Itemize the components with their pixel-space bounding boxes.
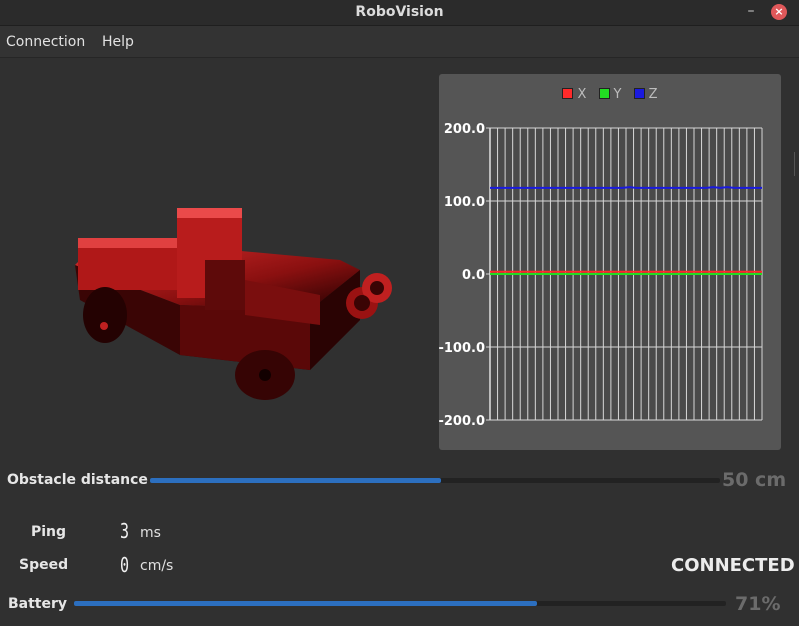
close-icon[interactable]: ×	[771, 4, 787, 20]
battery-bar	[74, 601, 726, 606]
window-title: RoboVision	[355, 4, 444, 20]
obstacle-distance-fill	[150, 478, 441, 483]
y-tick-label: -200.0	[439, 414, 485, 429]
robot-3d-view[interactable]	[40, 120, 410, 430]
connection-status: CONNECTED	[671, 555, 795, 576]
y-tick-label: 200.0	[444, 122, 485, 137]
y-tick-label: -100.0	[439, 341, 485, 356]
ping-label: Ping	[31, 524, 67, 540]
battery-value: 71%	[735, 593, 781, 615]
ping-lcd: 3	[120, 519, 130, 543]
menu-connection[interactable]: Connection	[6, 34, 85, 50]
chart-panel: X Y Z 200.0 100.0 0.0 -100.0 -200.0	[439, 74, 781, 450]
ping-unit: ms	[140, 525, 161, 541]
menu-help[interactable]: Help	[102, 34, 134, 50]
obstacle-distance-bar	[150, 478, 720, 483]
obstacle-distance-value: 50 cm	[722, 469, 787, 491]
battery-fill	[74, 601, 537, 606]
line-chart: 200.0 100.0 0.0 -100.0 -200.0	[439, 122, 763, 429]
y-tick-label: 100.0	[444, 195, 485, 210]
battery-label: Battery	[8, 596, 68, 612]
minimize-icon[interactable]: –	[744, 3, 758, 19]
obstacle-distance-label: Obstacle distance	[7, 472, 148, 488]
title-bar: RoboVision – ×	[0, 0, 799, 26]
y-tick-label: 0.0	[462, 268, 485, 283]
series-line-z	[490, 186, 762, 189]
speed-unit: cm/s	[140, 558, 174, 574]
speed-label: Speed	[19, 557, 69, 573]
speed-lcd: 0	[120, 553, 130, 577]
menu-bar: Connection Help	[0, 26, 799, 58]
window-edge-handle	[794, 152, 799, 176]
